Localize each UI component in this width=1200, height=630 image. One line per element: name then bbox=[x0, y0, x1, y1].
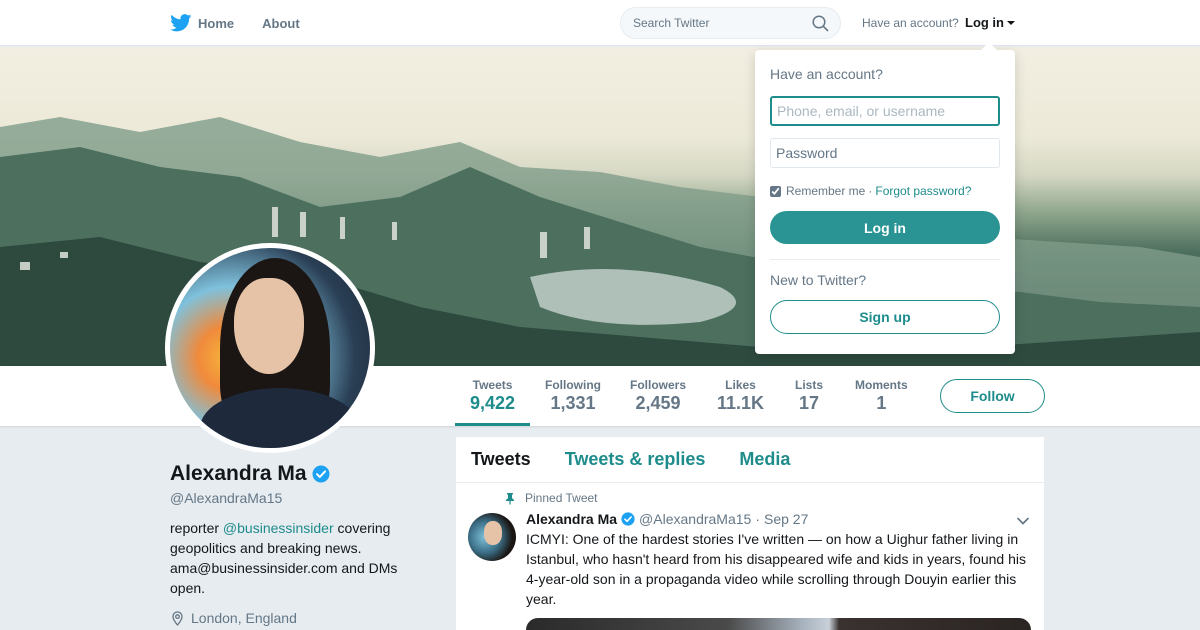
bio-mention-link[interactable]: @businessinsider bbox=[223, 520, 334, 536]
username-field[interactable] bbox=[770, 96, 1000, 126]
avatar[interactable] bbox=[170, 248, 370, 448]
profile-avatar-frame bbox=[165, 243, 375, 453]
search-icon[interactable] bbox=[812, 15, 829, 32]
stat-moments[interactable]: Moments 1 bbox=[855, 378, 908, 414]
stat-label: Following bbox=[545, 378, 601, 392]
pinned-tweet[interactable]: Pinned Tweet Alexandra Ma @AlexandraMa15… bbox=[456, 483, 1044, 630]
dropdown-title: Have an account? bbox=[770, 66, 883, 82]
stat-value: 11.1K bbox=[717, 393, 765, 413]
password-field[interactable] bbox=[770, 138, 1000, 168]
nav-left: Home About bbox=[170, 0, 328, 46]
divider bbox=[770, 259, 1000, 260]
tweet-timestamp[interactable]: Sep 27 bbox=[764, 511, 808, 527]
stat-lists[interactable]: Lists 17 bbox=[795, 378, 823, 414]
top-navigation: Home About Have an account? Log in bbox=[0, 0, 1200, 46]
tweet-text: ICMYI: One of the hardest stories I've w… bbox=[526, 531, 1026, 607]
pin-icon bbox=[506, 492, 514, 504]
stat-label: Tweets bbox=[472, 378, 513, 392]
tweet-separator: · bbox=[755, 511, 760, 527]
profile-bio: reporter @businessinsider covering geopo… bbox=[170, 518, 410, 598]
caret-down-icon bbox=[1007, 20, 1015, 25]
login-dropdown: Have an account? Remember me · Forgot pa… bbox=[755, 42, 1015, 354]
search-box bbox=[620, 7, 841, 39]
search-input[interactable] bbox=[621, 8, 801, 38]
remember-me-row: Remember me · Forgot password? bbox=[770, 184, 1000, 198]
stat-value: 9,422 bbox=[470, 393, 516, 413]
signup-button[interactable]: Sign up bbox=[770, 300, 1000, 334]
active-tab-underline bbox=[455, 423, 530, 426]
tweet-author-handle[interactable]: @AlexandraMa15 bbox=[639, 511, 751, 527]
have-account-text: Have an account? bbox=[862, 16, 959, 30]
stat-value: 1 bbox=[876, 393, 887, 413]
stat-followers[interactable]: Followers 2,459 bbox=[630, 378, 686, 414]
bio-prefix: reporter bbox=[170, 520, 223, 536]
stat-label: Moments bbox=[855, 378, 908, 392]
verified-badge-icon bbox=[621, 512, 635, 526]
profile-name[interactable]: Alexandra Ma bbox=[170, 462, 307, 486]
nav-home-label: Home bbox=[198, 15, 235, 31]
chevron-down-icon[interactable] bbox=[1016, 516, 1030, 526]
follow-button[interactable]: Follow bbox=[940, 379, 1045, 413]
profile-handle[interactable]: @AlexandraMa15 bbox=[170, 490, 430, 506]
stat-label: Followers bbox=[630, 378, 687, 392]
tweet-media-preview[interactable] bbox=[526, 618, 1031, 630]
tab-tweets-and-replies[interactable]: Tweets & replies bbox=[565, 449, 706, 470]
new-to-twitter-text: New to Twitter? bbox=[770, 272, 867, 288]
stat-label: Likes bbox=[725, 378, 756, 392]
location-pin-icon bbox=[172, 610, 183, 626]
stat-likes[interactable]: Likes 11.1K bbox=[717, 378, 764, 414]
tweet-avatar[interactable] bbox=[468, 513, 516, 561]
profile-location: London, England bbox=[170, 610, 430, 626]
tweet-header: Alexandra Ma @AlexandraMa15 · Sep 27 bbox=[526, 511, 1032, 527]
timeline-tabs: Tweets Tweets & replies Media bbox=[456, 437, 1044, 483]
timeline: Tweets Tweets & replies Media Pinned Twe… bbox=[456, 437, 1044, 630]
stat-value: 17 bbox=[798, 393, 820, 413]
pinned-tweet-context: Pinned Tweet bbox=[504, 491, 1032, 505]
forgot-password-link[interactable]: Forgot password? bbox=[875, 184, 971, 198]
remember-me-label[interactable]: Remember me bbox=[786, 184, 865, 198]
stat-value: 1,331 bbox=[550, 393, 596, 413]
stat-label: Lists bbox=[795, 378, 824, 392]
nav-about[interactable]: About bbox=[262, 16, 300, 31]
name-row: Alexandra Ma bbox=[170, 462, 430, 486]
verified-badge-icon bbox=[312, 465, 330, 483]
login-button[interactable]: Log in bbox=[770, 211, 1000, 244]
login-link-label: Log in bbox=[965, 15, 1004, 30]
tab-tweets[interactable]: Tweets bbox=[471, 449, 531, 470]
pinned-label: Pinned Tweet bbox=[525, 491, 598, 505]
stat-tweets[interactable]: Tweets 9,422 bbox=[470, 378, 515, 414]
nav-home[interactable]: Home bbox=[170, 14, 234, 32]
remember-me-checkbox[interactable] bbox=[770, 185, 781, 197]
stat-following[interactable]: Following 1,331 bbox=[545, 378, 601, 414]
tab-media[interactable]: Media bbox=[739, 449, 790, 470]
avatar-face bbox=[234, 278, 304, 374]
tweet-author-name[interactable]: Alexandra Ma bbox=[526, 511, 617, 527]
profile-card: Alexandra Ma @AlexandraMa15 reporter @bu… bbox=[170, 462, 430, 626]
stat-value: 2,459 bbox=[635, 393, 681, 413]
nav-about-label: About bbox=[262, 15, 300, 31]
tweet-avatar-face bbox=[484, 521, 502, 545]
login-dropdown-toggle[interactable]: Log in bbox=[965, 15, 1015, 30]
separator: · bbox=[868, 184, 873, 198]
twitter-bird-icon bbox=[170, 14, 192, 32]
location-text: London, England bbox=[191, 610, 297, 626]
